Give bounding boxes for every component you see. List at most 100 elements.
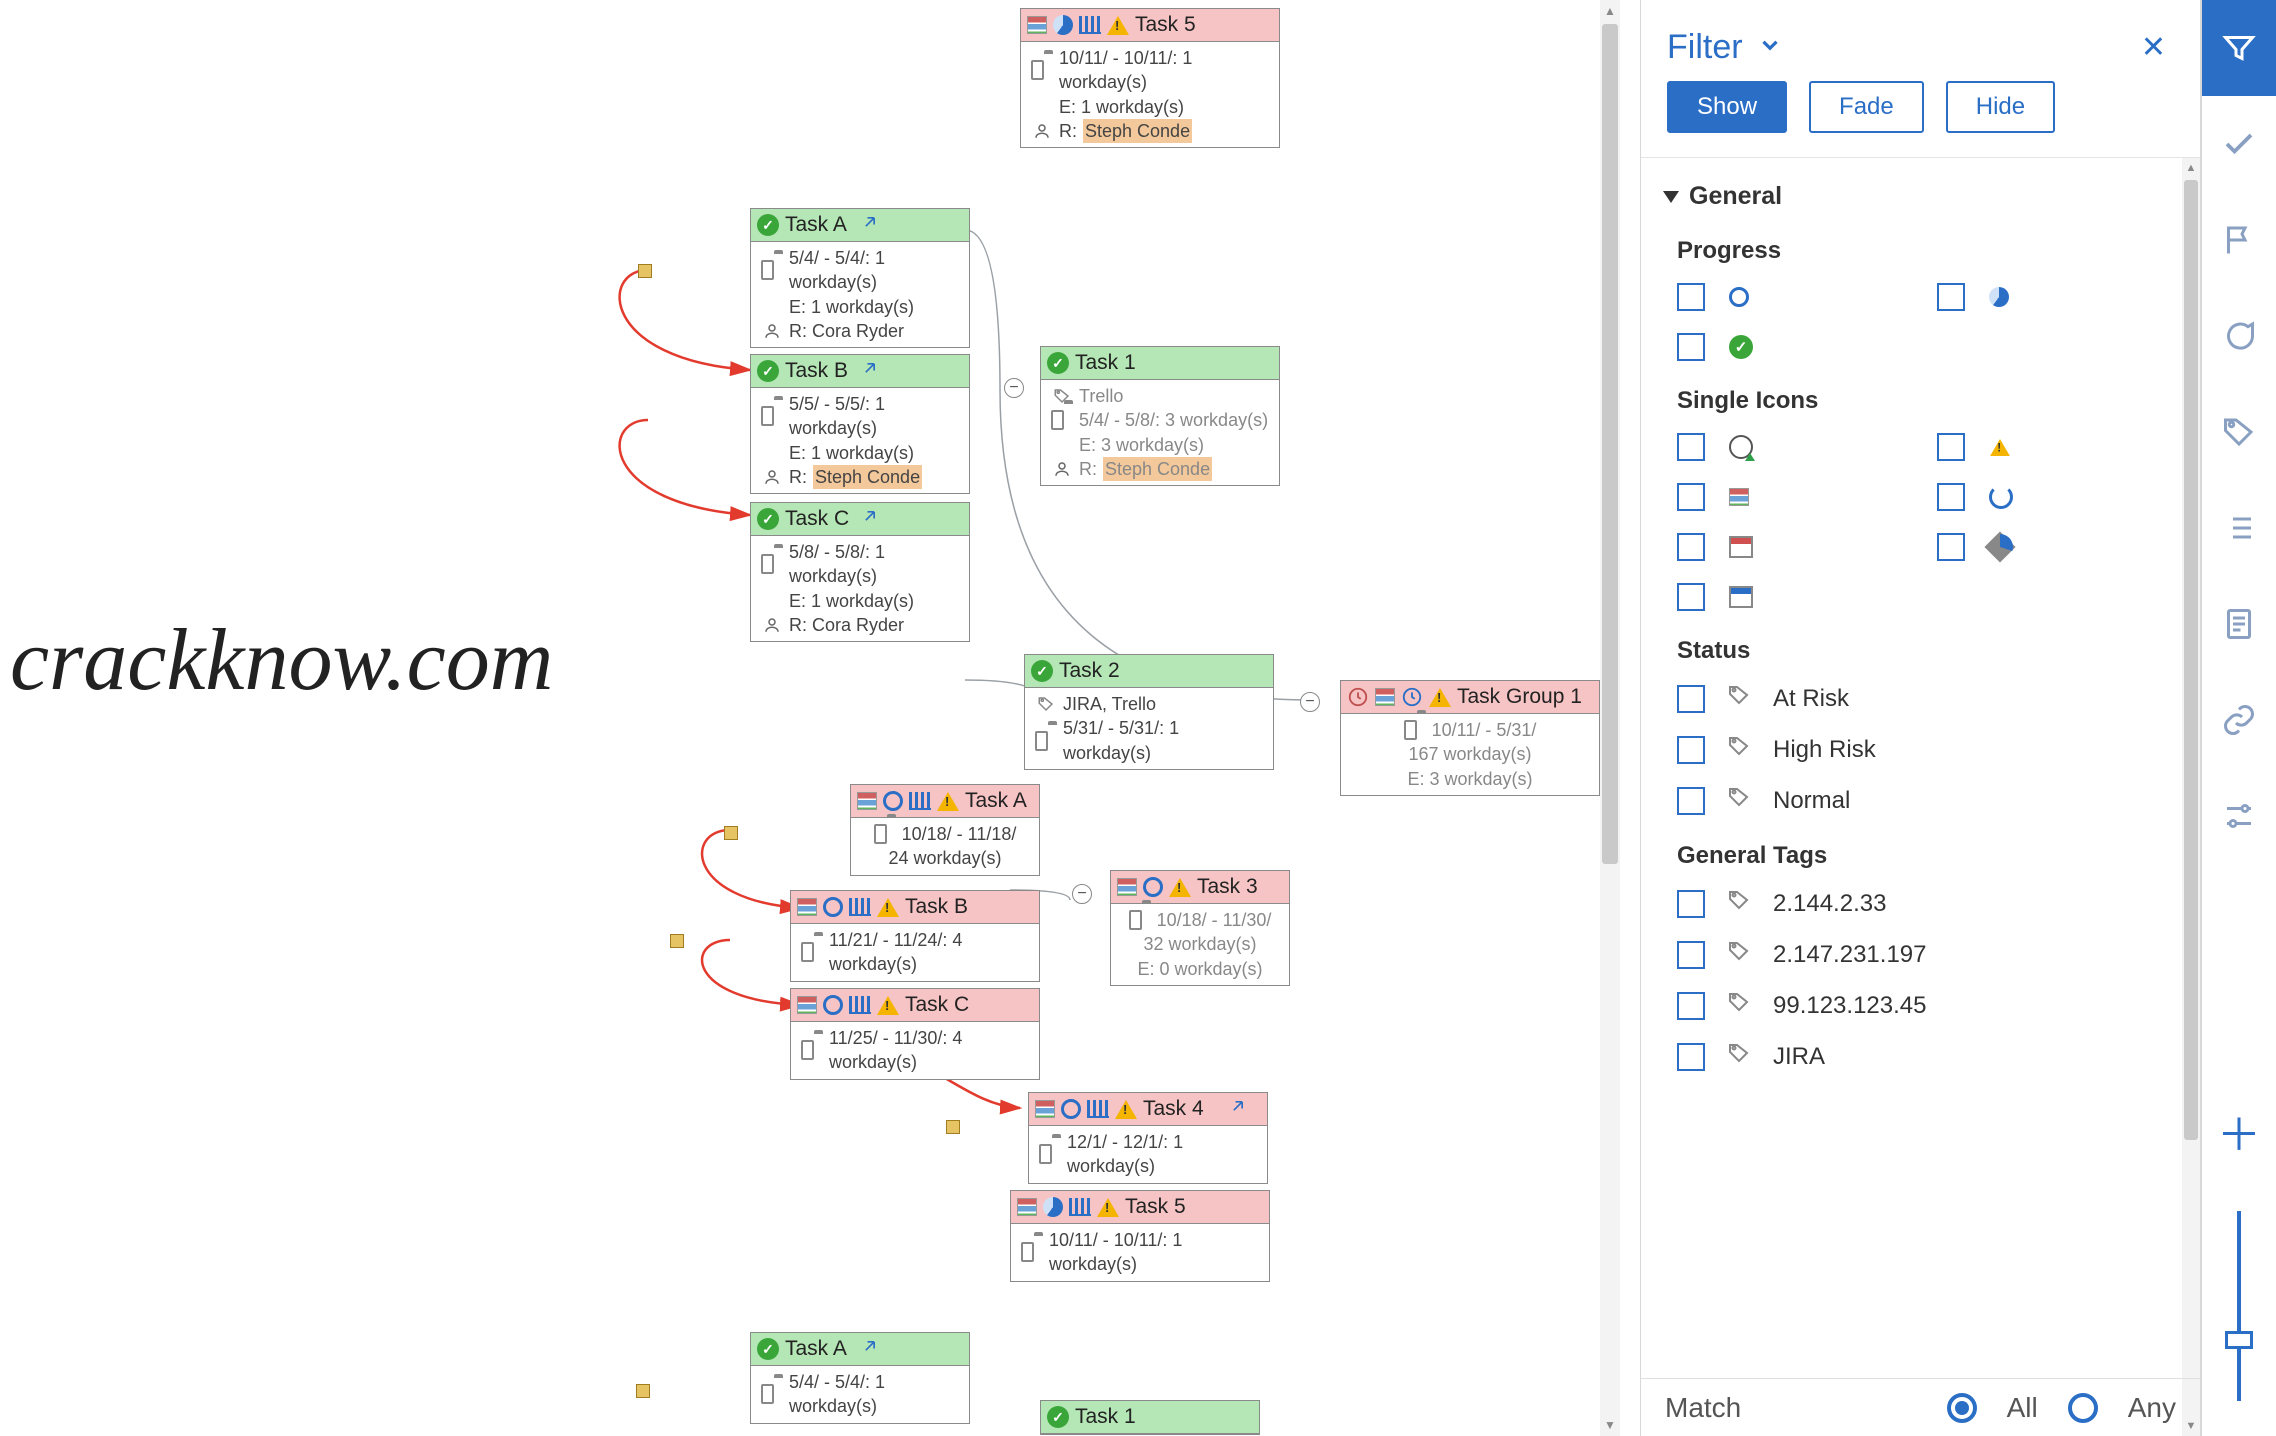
checkbox[interactable] <box>1677 533 1705 561</box>
date-line: 10/11/ - 5/31/ <box>1432 718 1537 742</box>
match-any-radio[interactable] <box>2068 1393 2098 1423</box>
jump-icon[interactable] <box>860 358 880 383</box>
ring-icon <box>1143 877 1163 897</box>
any-label: Any <box>2128 1392 2176 1424</box>
rail-check-button[interactable] <box>2202 96 2276 192</box>
rail-flag-button[interactable] <box>2202 192 2276 288</box>
checkbox[interactable] <box>1677 283 1705 311</box>
bar-icon <box>1079 16 1101 34</box>
canvas-scrollbar[interactable]: ▲ ▼ <box>1600 0 1620 1436</box>
checkbox[interactable] <box>1677 1043 1705 1071</box>
scroll-down-icon[interactable]: ▼ <box>1600 1414 1620 1436</box>
fade-button[interactable]: Fade <box>1809 81 1924 133</box>
calendar-icon <box>761 1383 783 1405</box>
calendar-icon <box>761 553 783 575</box>
rail-link-button[interactable] <box>2202 672 2276 768</box>
collapse-toggle[interactable]: − <box>1300 692 1320 712</box>
node-title: Task C <box>905 993 969 1017</box>
date-line: 5/8/ - 5/8/: 1 workday(s) <box>789 540 959 589</box>
node-task-group1[interactable]: Task Group 1 10/11/ - 5/31/ 167 workday(… <box>1340 680 1600 796</box>
checkbox[interactable] <box>1677 483 1705 511</box>
filter-footer: Match All Any <box>1641 1378 2200 1436</box>
checkbox[interactable] <box>1937 533 1965 561</box>
checkbox[interactable] <box>1677 433 1705 461</box>
checkbox[interactable] <box>1677 333 1705 361</box>
gantt-icon <box>1729 488 1749 506</box>
node-task5-top[interactable]: Task 5 10/11/ - 10/11/: 1 workday(s) E: … <box>1020 8 1280 148</box>
node-task1[interactable]: ✓Task 1 Trello 5/4/ - 5/8/: 3 workday(s)… <box>1040 346 1280 486</box>
tag-icon <box>1727 683 1751 714</box>
collapse-toggle[interactable]: − <box>1072 884 1092 904</box>
section-general[interactable]: General <box>1663 182 2178 211</box>
checkbox[interactable] <box>1677 787 1705 815</box>
link-pin[interactable] <box>724 826 738 840</box>
node-task1-bottom[interactable]: ✓Task 1 <box>1040 1400 1260 1435</box>
node-task-b2[interactable]: Task B 11/21/ - 11/24/: 4 workday(s) <box>790 890 1040 982</box>
clock-blue-icon <box>1401 686 1423 708</box>
rail-add-button[interactable]: ＋ <box>2202 1086 2276 1176</box>
chevron-down-icon[interactable] <box>1757 28 1783 67</box>
jump-icon[interactable] <box>860 212 880 237</box>
warning-icon <box>1169 878 1191 897</box>
checkbox[interactable] <box>1677 685 1705 713</box>
calendar-icon <box>1039 1143 1061 1165</box>
checkbox[interactable] <box>1937 483 1965 511</box>
link-pin[interactable] <box>670 934 684 948</box>
progress-pie-icon <box>1053 15 1073 35</box>
slider-track[interactable] <box>2237 1211 2241 1401</box>
link-pin[interactable] <box>638 264 652 278</box>
checkbox[interactable] <box>1937 283 1965 311</box>
match-label: Match <box>1665 1392 1741 1424</box>
subsection-general-tags: General Tags <box>1677 842 2178 870</box>
watermark-text: crackknow.com <box>10 610 553 711</box>
node-task-c2[interactable]: Task C 11/25/ - 11/30/: 4 workday(s) <box>790 988 1040 1080</box>
calendar-icon <box>874 823 896 845</box>
rail-filter-button[interactable] <box>2202 0 2276 96</box>
scroll-up-icon[interactable]: ▲ <box>2182 158 2200 178</box>
date-line: 12/1/ - 12/1/: 1 workday(s) <box>1067 1130 1257 1179</box>
checkbox[interactable] <box>1937 433 1965 461</box>
collapse-toggle[interactable]: − <box>1004 378 1024 398</box>
rail-doc-button[interactable] <box>2202 576 2276 672</box>
jump-icon[interactable] <box>860 1336 880 1361</box>
checkbox[interactable] <box>1677 890 1705 918</box>
node-task-a2[interactable]: Task A 10/18/ - 11/18/ 24 workday(s) <box>850 784 1040 876</box>
match-all-radio[interactable] <box>1947 1393 1977 1423</box>
scroll-thumb[interactable] <box>2184 180 2198 1140</box>
jump-icon[interactable] <box>860 506 880 531</box>
link-pin[interactable] <box>636 1384 650 1398</box>
panel-scrollbar[interactable]: ▲ ▼ <box>2182 158 2200 1436</box>
slider-handle[interactable] <box>2225 1331 2253 1349</box>
ring-icon <box>1061 1099 1081 1119</box>
checkbox[interactable] <box>1677 583 1705 611</box>
scroll-up-icon[interactable]: ▲ <box>1600 0 1620 22</box>
checkbox[interactable] <box>1677 736 1705 764</box>
zoom-slider[interactable] <box>2237 1176 2241 1436</box>
bar-icon <box>849 996 871 1014</box>
node-task5-bottom[interactable]: Task 5 10/11/ - 10/11/: 1 workday(s) <box>1010 1190 1270 1282</box>
checkbox[interactable] <box>1677 941 1705 969</box>
bar-icon <box>1069 1198 1091 1216</box>
jump-icon[interactable] <box>1228 1096 1248 1121</box>
ring-icon <box>883 791 903 811</box>
filter-title-row[interactable]: Filter <box>1667 28 1783 67</box>
date-line: 11/21/ - 11/24/: 4 workday(s) <box>829 928 1029 977</box>
checkbox[interactable] <box>1677 992 1705 1020</box>
rail-chat-button[interactable] <box>2202 288 2276 384</box>
tag-label: JIRA <box>1773 1043 1825 1071</box>
node-task2[interactable]: ✓Task 2 JIRA, Trello 5/31/ - 5/31/: 1 wo… <box>1024 654 1274 770</box>
scroll-thumb[interactable] <box>1602 24 1618 864</box>
rail-settings-button[interactable] <box>2202 768 2276 864</box>
rail-list-button[interactable] <box>2202 480 2276 576</box>
effort-line: E: 1 workday(s) <box>1059 95 1184 119</box>
hide-button[interactable]: Hide <box>1946 81 2055 133</box>
link-pin[interactable] <box>946 1120 960 1134</box>
person-icon <box>1031 120 1053 142</box>
warning-icon <box>1107 16 1129 35</box>
mindmap-canvas[interactable]: Task 5 10/11/ - 10/11/: 1 workday(s) E: … <box>0 0 1620 1436</box>
close-icon[interactable]: ✕ <box>2141 30 2166 65</box>
node-task3[interactable]: Task 3 10/18/ - 11/30/ 32 workday(s) E: … <box>1110 870 1290 986</box>
show-button[interactable]: Show <box>1667 81 1787 133</box>
tag-icon <box>1035 693 1057 715</box>
rail-tag-button[interactable] <box>2202 384 2276 480</box>
